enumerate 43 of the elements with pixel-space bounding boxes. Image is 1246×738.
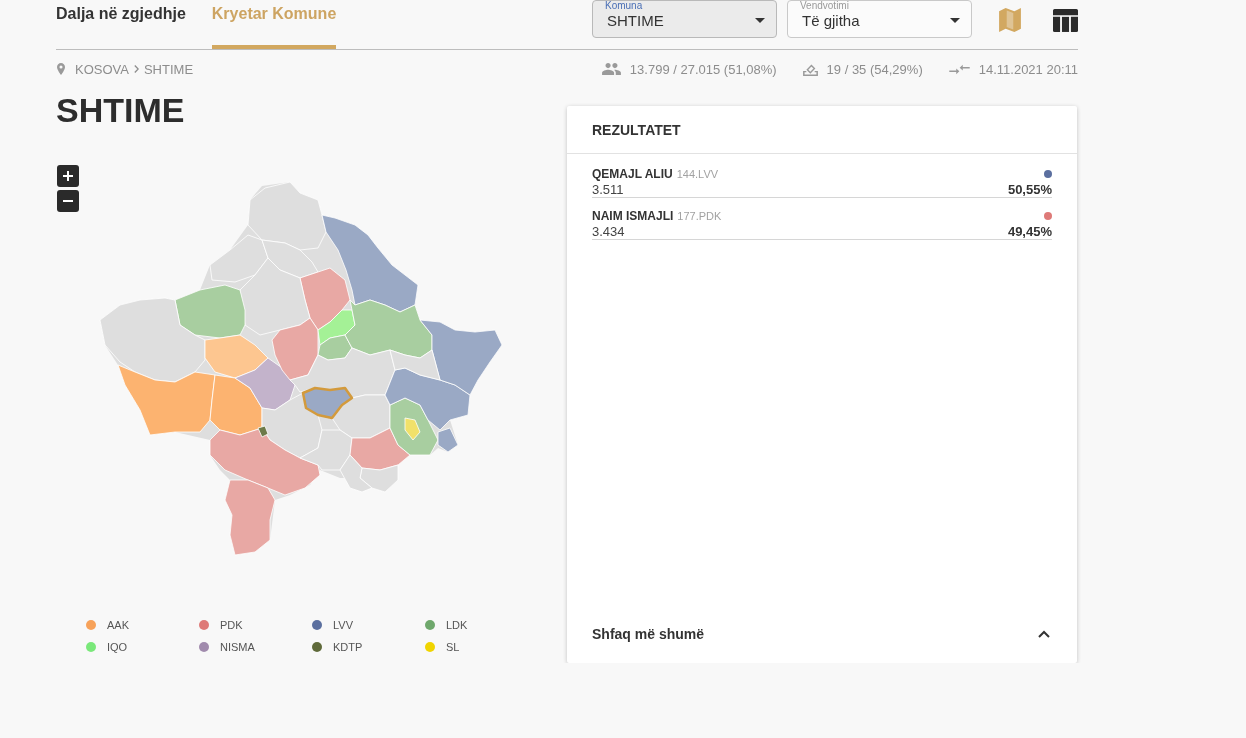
dropdown-field[interactable]: Vendvotimi Të gjitha	[787, 0, 972, 38]
plus-icon	[63, 171, 73, 181]
vote-count: 3.434	[592, 223, 625, 239]
candidate-code: 144.LVV	[676, 168, 719, 180]
legend-label: KDTP	[333, 641, 363, 653]
vote-percent: 49,45%	[1007, 223, 1052, 239]
show-more-button[interactable]: Shfaq më shumë	[567, 605, 1077, 663]
legend-label: AAK	[107, 619, 129, 631]
legend-label: SL	[446, 641, 460, 653]
vote-count: 3.511	[592, 181, 624, 197]
candidate-name: NAIM ISMAJLI	[592, 209, 674, 223]
field-label: Vendvotimi	[799, 1, 850, 11]
legend-label: IQO	[107, 641, 128, 653]
zoom-in-button[interactable]	[57, 165, 79, 187]
zoom-out-button[interactable]	[57, 190, 79, 212]
ballot-box-icon	[802, 62, 818, 76]
turnout-text: 13.799 / 27.015 (51,08%)	[629, 61, 777, 77]
breadcrumb-current: SHTIME	[143, 61, 194, 77]
nav-tab[interactable]: Dalja në zgjedhje	[56, 0, 186, 49]
update-time: 14.11.2021 20:11	[978, 61, 1078, 77]
swap-arrows-icon	[948, 62, 970, 76]
legend-label: LVV	[333, 619, 353, 631]
field-label: Komuna	[604, 1, 644, 11]
chevron-up-icon	[1038, 630, 1050, 638]
candidate-code: 177.PDK	[677, 210, 722, 222]
people-icon	[601, 63, 621, 75]
chevron-right-icon	[133, 65, 139, 73]
caret-down-icon	[755, 18, 765, 23]
municipality-area[interactable]	[301, 386, 354, 420]
stations-count: 19 / 35 (54,29%)	[826, 61, 923, 77]
legend-label: LDK	[446, 619, 468, 631]
legend-label: NISMA	[220, 641, 255, 653]
candidate-name: QEMAJL ALIU	[592, 167, 673, 181]
minus-icon	[63, 200, 73, 202]
page-title: SHTIME	[56, 90, 186, 131]
legend-label: PDK	[220, 619, 243, 631]
table-view-button[interactable]	[1053, 8, 1078, 32]
card-title: REZULTATET	[592, 121, 681, 138]
dropdown-field[interactable]: Komuna SHTIME	[592, 0, 777, 38]
vote-percent: 50,55%	[1007, 181, 1052, 197]
location-pin-icon	[57, 63, 65, 75]
caret-down-icon	[950, 18, 960, 23]
map-view-button[interactable]	[997, 8, 1022, 32]
